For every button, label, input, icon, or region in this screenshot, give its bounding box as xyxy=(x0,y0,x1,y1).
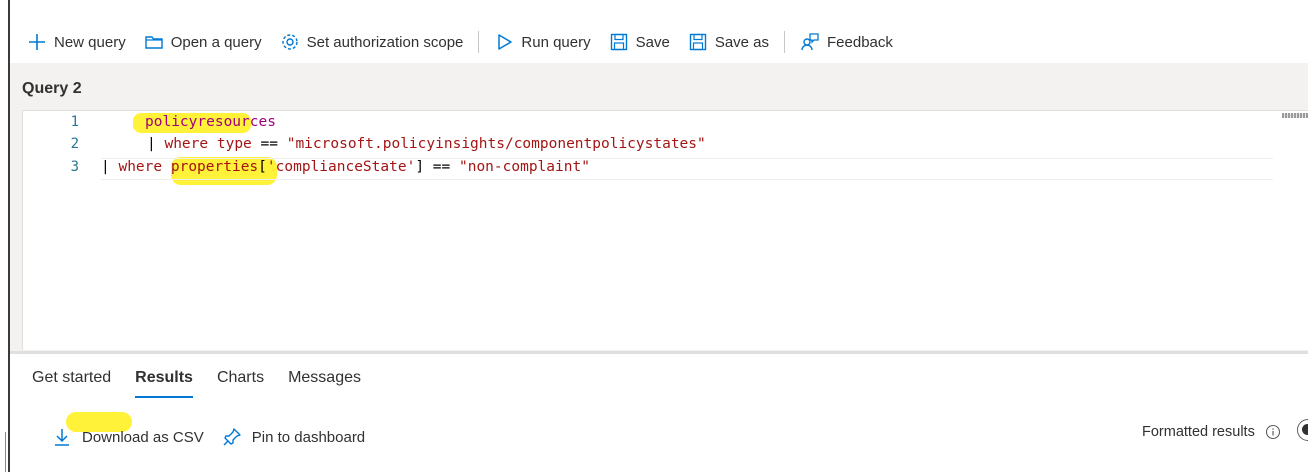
pin-icon xyxy=(223,428,241,446)
code-bracket: ] xyxy=(415,159,425,175)
set-scope-button[interactable]: Set authorization scope xyxy=(271,22,473,62)
folder-open-icon xyxy=(145,36,163,49)
gear-icon xyxy=(281,34,298,50)
run-query-button[interactable]: Run query xyxy=(485,22,599,62)
pin-dashboard-label: Pin to dashboard xyxy=(251,428,366,446)
code-pipe: | xyxy=(101,159,110,175)
query-editor[interactable]: 1 2 3 policyresources | where type == "m… xyxy=(22,110,1308,350)
code-bracket: [ xyxy=(258,159,267,175)
save-as-icon xyxy=(689,33,707,51)
code-line-1: policyresources xyxy=(145,114,276,130)
code-string: 'complianceState' xyxy=(266,159,416,175)
toggle-knob xyxy=(1302,424,1308,435)
save-icon xyxy=(610,33,627,51)
code-string: "non-complaint" xyxy=(458,159,590,175)
code-keyword: where xyxy=(118,159,163,175)
set-scope-label: Set authorization scope xyxy=(306,33,464,51)
code-line-3: | where properties['complianceState'] ==… xyxy=(101,159,590,175)
play-icon xyxy=(498,34,513,50)
code-string: "microsoft.policyinsights/componentpolic… xyxy=(286,136,706,152)
save-as-label: Save as xyxy=(714,33,770,51)
save-button[interactable]: Save xyxy=(600,22,679,62)
code-operator: == xyxy=(260,136,278,152)
pin-dashboard-button[interactable]: Pin to dashboard xyxy=(222,427,365,447)
new-query-label: New query xyxy=(54,33,126,51)
formatted-results-toggle[interactable] xyxy=(1297,419,1308,441)
code-keyword: where xyxy=(164,136,209,152)
feedback-person-icon xyxy=(801,33,819,51)
info-icon[interactable] xyxy=(1265,424,1281,440)
code-field: properties xyxy=(170,159,259,175)
left-divider-bottom xyxy=(5,432,6,472)
feedback-label: Feedback xyxy=(827,33,893,51)
open-query-label: Open a query xyxy=(170,33,262,51)
new-query-button[interactable]: New query xyxy=(18,22,135,62)
code-pipe: | xyxy=(147,136,156,152)
tab-get-started[interactable]: Get started xyxy=(20,364,123,398)
save-as-button[interactable]: Save as xyxy=(679,22,778,62)
plus-icon xyxy=(29,34,45,50)
line-number: 1 xyxy=(70,114,79,130)
tab-results[interactable]: Results xyxy=(123,364,205,398)
code-operator: == xyxy=(432,159,451,175)
query-tab-title[interactable]: Query 2 xyxy=(22,80,82,98)
toolbar-divider xyxy=(784,31,786,53)
save-label: Save xyxy=(635,33,670,51)
line-number: 3 xyxy=(70,159,79,175)
results-panel-splitter[interactable] xyxy=(10,351,1308,354)
formatted-results-label: Formatted results xyxy=(1142,424,1255,440)
code-line-2: | where type == "microsoft.policyinsight… xyxy=(147,136,706,152)
results-tabs: Get started Results Charts Messages xyxy=(20,364,373,398)
code-field: type xyxy=(216,136,252,152)
tab-charts[interactable]: Charts xyxy=(205,364,276,398)
command-toolbar: New query Open a query Set authorization… xyxy=(18,22,902,62)
results-actions: Download as CSV Pin to dashboard xyxy=(52,422,383,452)
feedback-button[interactable]: Feedback xyxy=(791,22,902,62)
download-csv-label: Download as CSV xyxy=(82,428,204,446)
download-icon xyxy=(55,429,69,446)
tab-messages[interactable]: Messages xyxy=(276,364,373,398)
open-query-button[interactable]: Open a query xyxy=(135,22,271,62)
toolbar-divider xyxy=(478,31,480,53)
download-csv-button[interactable]: Download as CSV xyxy=(52,427,204,447)
formatted-results-control: Formatted results xyxy=(1142,422,1281,442)
line-number: 2 xyxy=(70,136,79,152)
code-table-name: policyresources xyxy=(145,114,276,130)
run-query-label: Run query xyxy=(521,33,591,51)
editor-minimap[interactable] xyxy=(1282,113,1308,118)
